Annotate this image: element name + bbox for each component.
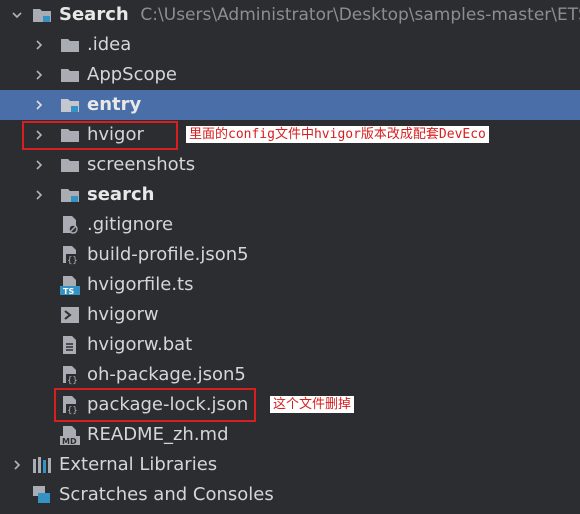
tree-item-search[interactable]: search bbox=[0, 180, 580, 210]
library-icon bbox=[32, 455, 52, 475]
external-libraries-label: External Libraries bbox=[59, 454, 218, 475]
tree-item-oh-package[interactable]: {} oh-package.json5 bbox=[0, 360, 580, 390]
json-file-icon: {} bbox=[60, 245, 80, 266]
svg-text:TS: TS bbox=[63, 287, 74, 295]
svg-text:{}: {} bbox=[67, 376, 78, 385]
annotation-box-package-lock bbox=[54, 388, 256, 422]
annotation-note-package-lock: 这个文件删掉 bbox=[270, 396, 355, 413]
tree-item-entry[interactable]: entry bbox=[0, 90, 580, 120]
ignore-file-icon bbox=[60, 215, 80, 235]
module-folder-icon bbox=[32, 5, 52, 25]
tree-item-build-profile[interactable]: {} build-profile.json5 bbox=[0, 240, 580, 270]
tree-item-gitignore[interactable]: .gitignore bbox=[0, 210, 580, 240]
project-path: C:\Users\Administrator\Desktop\samples-m… bbox=[140, 5, 580, 25]
svg-text:MD: MD bbox=[62, 437, 77, 445]
tree-item-screenshots[interactable]: screenshots bbox=[0, 150, 580, 180]
scratches-icon bbox=[32, 485, 52, 505]
svg-text:{}: {} bbox=[67, 256, 78, 265]
tree-item-hvigorfile[interactable]: TS hvigorfile.ts bbox=[0, 270, 580, 300]
tree-item-label: hvigorw bbox=[87, 304, 159, 325]
chevron-right-icon[interactable] bbox=[24, 180, 54, 210]
folder-icon bbox=[60, 65, 80, 85]
chevron-right-icon[interactable] bbox=[24, 30, 54, 60]
tree-item-label: README_zh.md bbox=[87, 424, 229, 445]
tree-item-label: AppScope bbox=[87, 64, 177, 85]
scratches-row[interactable]: Scratches and Consoles bbox=[0, 480, 580, 510]
project-root-row[interactable]: Search C:\Users\Administrator\Desktop\sa… bbox=[0, 0, 580, 30]
typescript-file-icon: TS bbox=[60, 275, 80, 296]
module-folder-icon bbox=[60, 95, 80, 115]
project-name: Search bbox=[59, 4, 129, 25]
tree-item-label: screenshots bbox=[87, 154, 196, 175]
module-folder-icon bbox=[60, 185, 80, 205]
json-file-icon: {} bbox=[60, 365, 80, 386]
chevron-right-icon[interactable] bbox=[24, 90, 54, 120]
chevron-right-icon[interactable] bbox=[24, 60, 54, 90]
chevron-down-icon[interactable] bbox=[2, 0, 32, 30]
annotation-note-hvigor: 里面的config文件中hvigor版本改成配套DevEco bbox=[186, 126, 489, 143]
tree-item-readme[interactable]: MD README_zh.md bbox=[0, 420, 580, 450]
annotation-box-hvigor bbox=[22, 121, 178, 150]
shell-script-icon bbox=[60, 305, 80, 325]
markdown-file-icon: MD bbox=[60, 425, 80, 446]
tree-item-hvigorw-bat[interactable]: hvigorw.bat bbox=[0, 330, 580, 360]
chevron-right-icon[interactable] bbox=[2, 450, 32, 480]
tree-item-label: build-profile.json5 bbox=[87, 244, 249, 265]
tree-item-label: .gitignore bbox=[87, 214, 174, 235]
tree-item-label: entry bbox=[87, 94, 142, 115]
scratches-label: Scratches and Consoles bbox=[59, 484, 274, 505]
tree-item-label: .idea bbox=[87, 34, 132, 55]
tree-item-hvigorw[interactable]: hvigorw bbox=[0, 300, 580, 330]
tree-item-appscope[interactable]: AppScope bbox=[0, 60, 580, 90]
folder-icon bbox=[60, 35, 80, 55]
external-libraries-row[interactable]: External Libraries bbox=[0, 450, 580, 480]
tree-item-label: hvigorw.bat bbox=[87, 334, 193, 355]
folder-icon bbox=[60, 155, 80, 175]
tree-item-idea[interactable]: .idea bbox=[0, 30, 580, 60]
text-file-icon bbox=[60, 335, 80, 355]
tree-item-label: hvigorfile.ts bbox=[87, 274, 194, 295]
chevron-right-icon[interactable] bbox=[24, 150, 54, 180]
tree-item-label: oh-package.json5 bbox=[87, 364, 246, 385]
tree-item-label: search bbox=[87, 184, 155, 205]
